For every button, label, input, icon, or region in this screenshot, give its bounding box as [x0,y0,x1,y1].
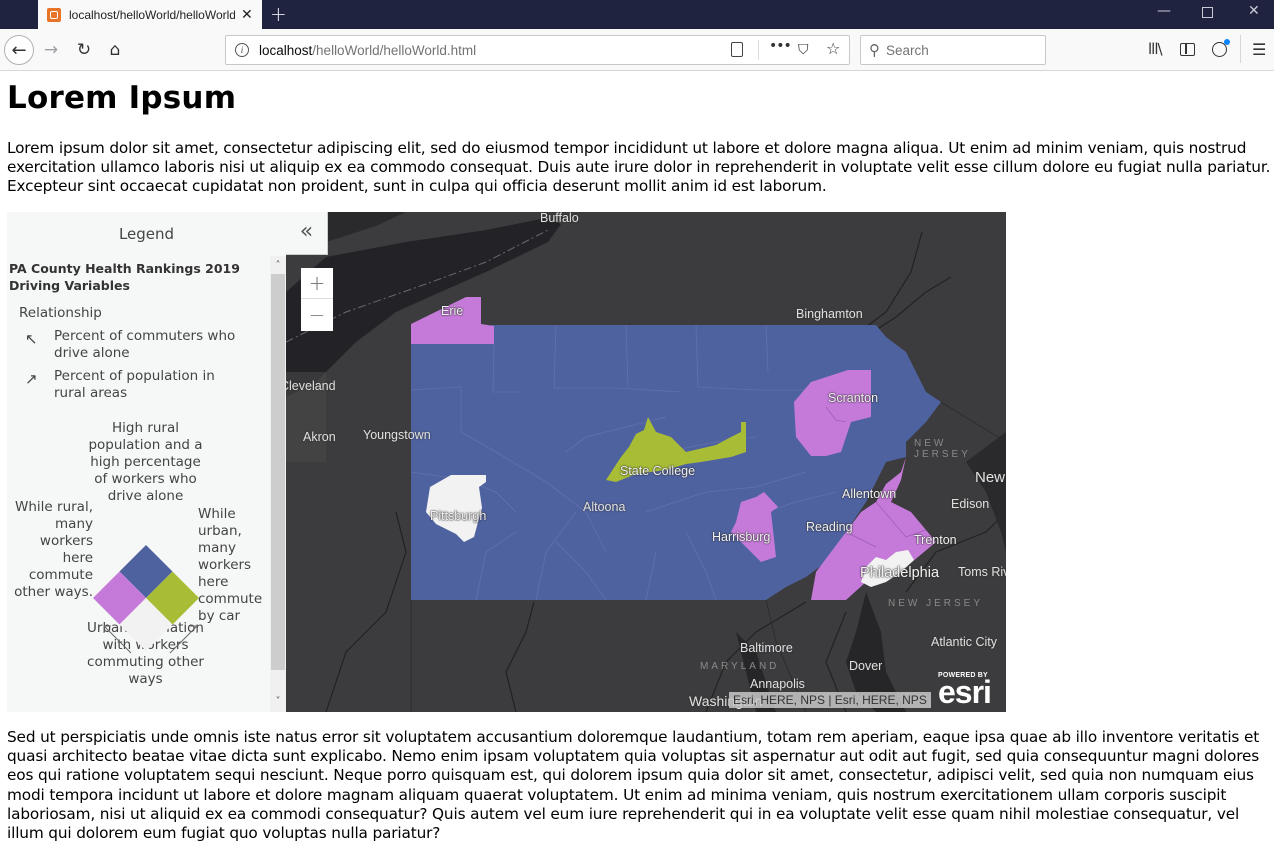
browser-tab[interactable]: localhost/helloWorld/helloWorld.html ✕ [38,0,262,29]
city-label: Trenton [914,533,957,547]
home-button[interactable]: ⌂ [102,37,128,63]
state-label: MARYLAND [700,661,780,672]
search-input[interactable]: ⚲ Search [860,35,1046,65]
city-label: Erie [441,304,464,318]
city-label: Atlantic City [931,635,997,649]
basemap [286,212,1006,712]
intro-paragraph: Lorem ipsum dolor sit amet, consectetur … [7,139,1271,196]
legend-layer-title: PA County Health Rankings 2019 Driving V… [9,261,240,293]
arrow-up-right-icon: ↗ [25,370,38,388]
city-label: Altoona [583,500,626,514]
sidebar-toggle-icon[interactable] [1180,43,1195,56]
map-widget: Legend PA County Health Rankings 2019 Dr… [7,212,1006,712]
new-tab-button[interactable]: + [270,2,287,26]
city-label: Toms Riv [958,565,1006,579]
state-label: NEW JERSEY [914,438,971,460]
city-label: Pittsburgh [430,509,487,523]
search-placeholder: Search [886,42,929,58]
zoom-control: + − [301,268,333,331]
city-label: Binghamton [796,307,863,321]
scrollbar-thumb[interactable] [271,274,285,670]
relationship-label: Relationship [19,305,102,321]
body-paragraph: Sed ut perspiciatis unde omnis iste natu… [7,728,1260,843]
city-label: Baltimore [740,641,793,655]
legend-panel: Legend PA County Health Rankings 2019 Dr… [7,212,286,712]
map-view[interactable]: « + − Buffalo Erie Binghamton Cleveland … [286,212,1006,712]
minimize-window-button[interactable]: — [1157,3,1171,19]
bivariate-legend: High rural population and a high percent… [7,418,269,712]
variable-label: Percent of commuters who drive alone [54,328,236,361]
search-icon: ⚲ [869,41,880,59]
city-label: Dover [849,659,883,673]
state-label: NEW JERSEY [888,598,984,609]
toolbar-divider [1240,35,1241,63]
browser-titlebar: localhost/helloWorld/helloWorld.html ✕ +… [0,0,1274,29]
page-actions-icon[interactable]: ••• [769,38,792,54]
bivariate-diamond [93,545,199,654]
city-label: Allentown [842,487,897,501]
legend-title: Legend [118,225,175,243]
scroll-down-icon[interactable]: ˅ [270,694,286,710]
city-label: Annapolis [750,677,805,691]
close-window-button[interactable]: ✕ [1248,3,1260,19]
back-button[interactable]: ← [4,35,34,65]
url-divider [758,40,759,60]
zoom-in-button[interactable]: + [301,268,333,299]
close-tab-icon[interactable]: ✕ [241,7,253,23]
city-label: New [975,469,1006,486]
forward-button[interactable]: → [38,37,64,63]
maximize-window-button[interactable] [1202,3,1213,22]
bookmark-star-icon[interactable]: ☆ [826,39,840,58]
url-host: localhost [259,42,313,58]
hamburger-menu-icon[interactable]: ☰ [1252,40,1266,59]
legend-variable-drive-alone: ↖ Percent of commuters who drive alone [25,328,244,362]
library-icon[interactable]: lll\ [1148,40,1163,58]
map-attribution[interactable]: Esri, HERE, NPS | Esri, HERE, NPS [729,692,931,708]
city-label: Reading [806,520,853,534]
city-label: Cleveland [286,379,336,393]
xampp-favicon-icon [47,7,61,22]
reload-button[interactable]: ↻ [71,37,97,63]
city-label: Scranton [828,391,879,405]
browser-navbar: ← → ↻ ⌂ i localhost/helloWorld/helloWorl… [0,29,1274,71]
collapse-legend-button[interactable]: « [286,212,328,255]
page-title: Lorem Ipsum [7,80,237,116]
variable-label: Percent of population in rural areas [54,368,215,401]
zoom-out-button[interactable]: − [301,300,333,331]
url-path: /helloWorld/helloWorld.html [312,42,477,58]
city-label: Youngstown [363,428,431,442]
site-info-icon[interactable]: i [235,43,249,57]
city-label: Philadelphia [860,565,940,581]
legend-scroll-area[interactable]: PA County Health Rankings 2019 Driving V… [7,256,286,712]
city-label: State College [620,464,696,478]
url-text[interactable]: localhost/helloWorld/helloWorld.html [259,43,476,58]
right-axis-arrow [169,625,198,654]
tab-title: localhost/helloWorld/helloWorld.html [69,7,235,22]
maximize-icon [1202,7,1213,18]
pocket-icon[interactable]: ⛉ [798,42,809,58]
legend-variable-rural: ↗ Percent of population in rural areas [25,368,244,402]
address-bar[interactable]: i localhost/helloWorld/helloWorld.html •… [225,35,850,65]
scroll-up-icon[interactable]: ˄ [270,258,286,274]
city-label: Harrisburg [712,530,771,544]
city-label: Buffalo [540,212,579,225]
city-label: Akron [303,430,336,444]
reader-view-icon[interactable] [731,42,743,57]
arrow-up-left-icon: ↖ [25,330,38,348]
city-label: Edison [951,497,990,511]
account-icon[interactable] [1212,39,1230,57]
esri-wordmark: esri [938,674,992,710]
legend-scrollbar[interactable]: ˄ ˅ [270,256,286,712]
esri-logo[interactable]: POWERED BY esri [938,672,998,710]
